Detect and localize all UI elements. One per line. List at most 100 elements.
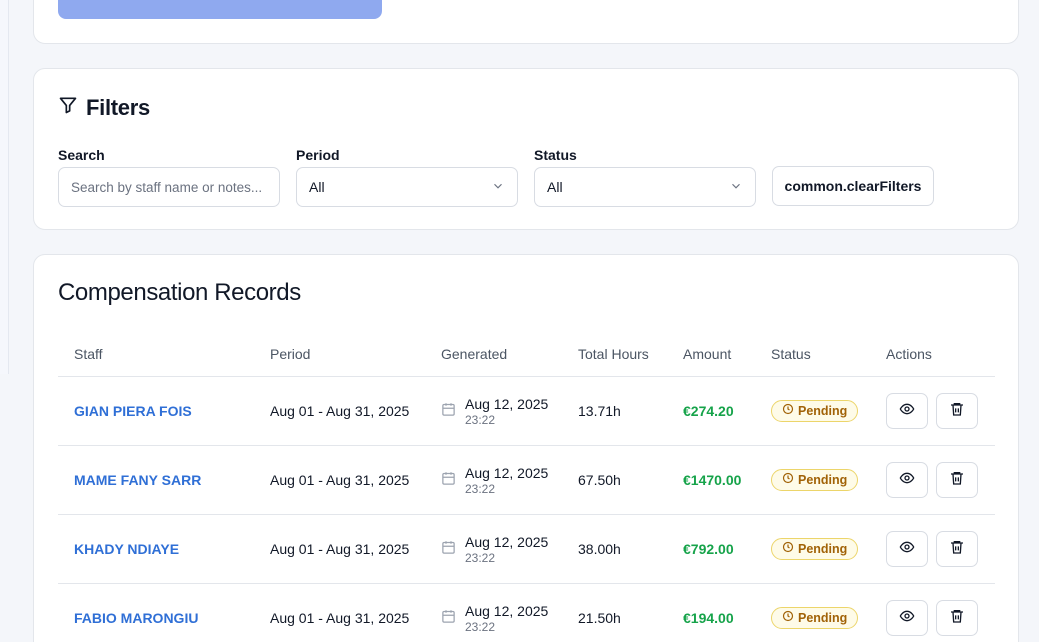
clock-icon [782, 472, 794, 487]
column-header-staff: Staff [58, 333, 254, 377]
actions-cell [870, 583, 995, 642]
records-title: Compensation Records [58, 279, 301, 306]
sidebar-edge [0, 0, 9, 374]
total-hours-cell: 21.50h [562, 583, 667, 642]
amount-cell: €194.00 [667, 583, 755, 642]
status-select[interactable]: All [534, 167, 756, 207]
view-button[interactable] [886, 599, 928, 636]
staff-name-link[interactable]: MAME FANY SARR [74, 472, 201, 488]
generated-cell: Aug 12, 2025 23:22 [425, 376, 562, 446]
generated-time: 23:22 [465, 550, 496, 565]
records-table: Staff Period Generated Total Hours Amoun… [58, 333, 995, 642]
status-badge-label: Pending [798, 403, 848, 418]
status-badge-label: Pending [798, 541, 848, 556]
clear-filters-button[interactable]: common.clearFilters [772, 166, 934, 206]
period-cell: Aug 01 - Aug 31, 2025 [254, 583, 425, 642]
staff-name-link[interactable]: GIAN PIERA FOIS [74, 403, 192, 419]
trash-icon [949, 608, 965, 627]
status-field: Status All [534, 147, 756, 207]
column-header-generated: Generated [425, 333, 562, 377]
table-row: GIAN PIERA FOIS Aug 01 - Aug 31, 2025 Au… [58, 376, 995, 446]
clock-icon [782, 541, 794, 556]
amount-cell: €1470.00 [667, 445, 755, 515]
status-badge-label: Pending [798, 610, 848, 625]
filters-title: Filters [86, 95, 150, 120]
status-badge: Pending [771, 399, 859, 422]
view-button[interactable] [886, 461, 928, 498]
staff-name-link[interactable]: FABIO MARONGIU [74, 610, 198, 626]
actions-cell [870, 514, 995, 584]
delete-button[interactable] [936, 599, 978, 636]
clock-icon [782, 610, 794, 625]
calendar-icon [441, 402, 456, 420]
column-header-amount: Amount [667, 333, 755, 377]
column-header-period: Period [254, 333, 425, 377]
column-header-actions: Actions [870, 333, 995, 377]
filters-card: Filters Search Period All Status All com… [33, 68, 1019, 230]
staff-cell: FABIO MARONGIU [58, 583, 254, 642]
delete-button[interactable] [936, 461, 978, 498]
search-field: Search [58, 147, 280, 207]
chevron-down-icon [491, 179, 505, 196]
status-cell: Pending [755, 514, 870, 584]
filter-icon [58, 95, 78, 121]
search-input[interactable] [58, 167, 280, 207]
trash-icon [949, 539, 965, 558]
status-badge: Pending [771, 468, 859, 491]
period-cell: Aug 01 - Aug 31, 2025 [254, 376, 425, 446]
status-cell: Pending [755, 445, 870, 515]
period-cell: Aug 01 - Aug 31, 2025 [254, 445, 425, 515]
filters-heading: Filters [58, 95, 150, 121]
eye-icon [899, 470, 915, 489]
generated-date: Aug 12, 2025 [465, 602, 549, 619]
calendar-icon [441, 609, 456, 627]
staff-cell: GIAN PIERA FOIS [58, 376, 254, 446]
actions-cell [870, 445, 995, 515]
primary-action-button[interactable] [58, 0, 382, 19]
staff-name-link[interactable]: KHADY NDIAYE [74, 541, 179, 557]
view-button[interactable] [886, 392, 928, 429]
clock-icon [782, 403, 794, 418]
period-field: Period All [296, 147, 518, 207]
delete-button[interactable] [936, 392, 978, 429]
top-card [33, 0, 1019, 44]
amount-cell: €792.00 [667, 514, 755, 584]
eye-icon [899, 539, 915, 558]
status-select-value: All [547, 179, 563, 195]
generated-cell: Aug 12, 2025 23:22 [425, 583, 562, 642]
total-hours-cell: 67.50h [562, 445, 667, 515]
eye-icon [899, 401, 915, 420]
staff-cell: MAME FANY SARR [58, 445, 254, 515]
status-label: Status [534, 147, 577, 163]
period-select-value: All [309, 179, 325, 195]
generated-time: 23:22 [465, 481, 496, 496]
calendar-icon [441, 540, 456, 558]
trash-icon [949, 470, 965, 489]
calendar-icon [441, 471, 456, 489]
generated-date: Aug 12, 2025 [465, 395, 549, 412]
table-row: MAME FANY SARR Aug 01 - Aug 31, 2025 Aug… [58, 445, 995, 515]
staff-cell: KHADY NDIAYE [58, 514, 254, 584]
eye-icon [899, 608, 915, 627]
status-cell: Pending [755, 583, 870, 642]
records-card: Compensation Records Staff Period Genera… [33, 254, 1019, 642]
status-cell: Pending [755, 376, 870, 446]
view-button[interactable] [886, 530, 928, 567]
period-cell: Aug 01 - Aug 31, 2025 [254, 514, 425, 584]
table-header-row: Staff Period Generated Total Hours Amoun… [58, 333, 995, 377]
total-hours-cell: 13.71h [562, 376, 667, 446]
generated-cell: Aug 12, 2025 23:22 [425, 514, 562, 584]
trash-icon [949, 401, 965, 420]
status-badge: Pending [771, 606, 859, 629]
period-label: Period [296, 147, 340, 163]
generated-cell: Aug 12, 2025 23:22 [425, 445, 562, 515]
total-hours-cell: 38.00h [562, 514, 667, 584]
generated-date: Aug 12, 2025 [465, 533, 549, 550]
period-select[interactable]: All [296, 167, 518, 207]
status-badge-label: Pending [798, 472, 848, 487]
column-header-total-hours: Total Hours [562, 333, 667, 377]
delete-button[interactable] [936, 530, 978, 567]
amount-cell: €274.20 [667, 376, 755, 446]
generated-time: 23:22 [465, 619, 496, 634]
status-badge: Pending [771, 537, 859, 560]
